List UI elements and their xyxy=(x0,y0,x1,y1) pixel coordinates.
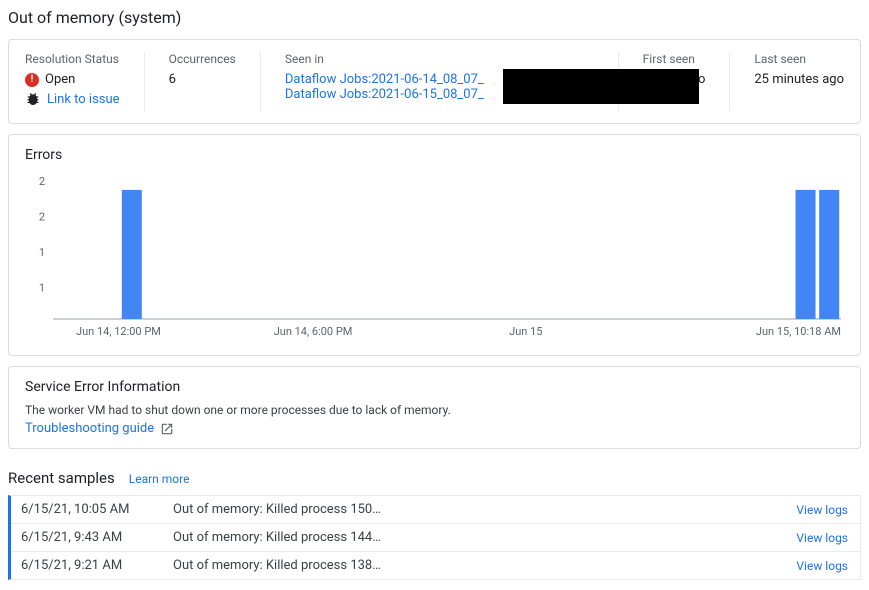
seen-in-block: Seen in Dataflow Jobs:2021-06-14_08_07_ … xyxy=(285,52,619,111)
sample-message: Out of memory: Killed process 138… xyxy=(173,558,796,573)
sample-message: Out of memory: Killed process 150… xyxy=(173,502,796,517)
svg-text:1: 1 xyxy=(39,246,45,259)
seen-in-link[interactable]: Dataflow Jobs:2021-06-15_08_07_ xyxy=(285,87,484,102)
chart-bar xyxy=(796,190,816,319)
svg-text:Jun 14, 12:00 PM: Jun 14, 12:00 PM xyxy=(76,325,161,338)
learn-more-link[interactable]: Learn more xyxy=(129,472,190,486)
summary-card: Resolution Status ! Open Link to issue O… xyxy=(8,39,861,124)
errors-chart: 2 2 1 1 Jun 14, 12:00 PM Jun 14, 6:00 PM Jun 1… xyxy=(25,173,844,343)
view-logs-link[interactable]: View logs xyxy=(796,503,848,517)
occurrences-label: Occurrences xyxy=(169,52,236,66)
error-icon: ! xyxy=(25,73,39,87)
page-title: Out of memory (system) xyxy=(8,8,861,27)
resolution-status-block: Resolution Status ! Open Link to issue xyxy=(25,52,145,111)
first-seen-label: First seen xyxy=(643,52,706,66)
sample-row: 6/15/21, 9:21 AMOut of memory: Killed pr… xyxy=(11,552,860,579)
sample-message: Out of memory: Killed process 144… xyxy=(173,530,796,545)
occurrences-block: Occurrences 6 xyxy=(169,52,261,111)
recent-samples-table: 6/15/21, 10:05 AMOut of memory: Killed p… xyxy=(8,495,861,580)
redacted-block xyxy=(503,69,699,104)
recent-samples-title: Recent samples xyxy=(8,469,115,487)
service-error-description: The worker VM had to shut down one or mo… xyxy=(25,403,844,417)
link-to-issue[interactable]: Link to issue xyxy=(47,92,120,107)
errors-chart-title: Errors xyxy=(25,147,844,163)
occurrences-value: 6 xyxy=(169,72,236,87)
last-seen-label: Last seen xyxy=(754,52,844,66)
service-error-title: Service Error Information xyxy=(25,379,844,395)
last-seen-block: Last seen 25 minutes ago xyxy=(754,52,844,111)
seen-in-label: Seen in xyxy=(285,52,594,66)
troubleshooting-guide-link[interactable]: Troubleshooting guide xyxy=(25,421,154,436)
last-seen-value: 25 minutes ago xyxy=(754,72,844,87)
view-logs-link[interactable]: View logs xyxy=(796,559,848,573)
resolution-status-value: Open xyxy=(45,72,75,87)
svg-text:Jun 15: Jun 15 xyxy=(509,325,542,338)
sample-time: 6/15/21, 9:43 AM xyxy=(21,530,173,545)
sample-time: 6/15/21, 9:21 AM xyxy=(21,558,173,573)
seen-in-link[interactable]: Dataflow Jobs:2021-06-14_08_07_ xyxy=(285,72,484,87)
bug-icon xyxy=(25,91,41,107)
view-logs-link[interactable]: View logs xyxy=(796,531,848,545)
svg-text:2: 2 xyxy=(39,211,45,224)
svg-text:1: 1 xyxy=(39,282,45,295)
svg-text:Jun 14, 6:00 PM: Jun 14, 6:00 PM xyxy=(274,325,353,338)
sample-row: 6/15/21, 10:05 AMOut of memory: Killed p… xyxy=(11,496,860,524)
svg-text:2: 2 xyxy=(39,175,45,188)
sample-row: 6/15/21, 9:43 AMOut of memory: Killed pr… xyxy=(11,524,860,552)
service-error-card: Service Error Information The worker VM … xyxy=(8,366,861,449)
sample-time: 6/15/21, 10:05 AM xyxy=(21,502,173,517)
recent-samples-header: Recent samples Learn more xyxy=(8,469,861,487)
chart-bar xyxy=(819,190,839,319)
external-link-icon xyxy=(160,422,174,436)
svg-text:Jun 15, 10:18 AM: Jun 15, 10:18 AM xyxy=(756,325,841,338)
resolution-status-label: Resolution Status xyxy=(25,52,120,66)
chart-bar xyxy=(122,190,142,319)
errors-chart-card: Errors 2 2 1 1 Jun 14, 12:00 PM Jun 14, 6:00 … xyxy=(8,134,861,356)
